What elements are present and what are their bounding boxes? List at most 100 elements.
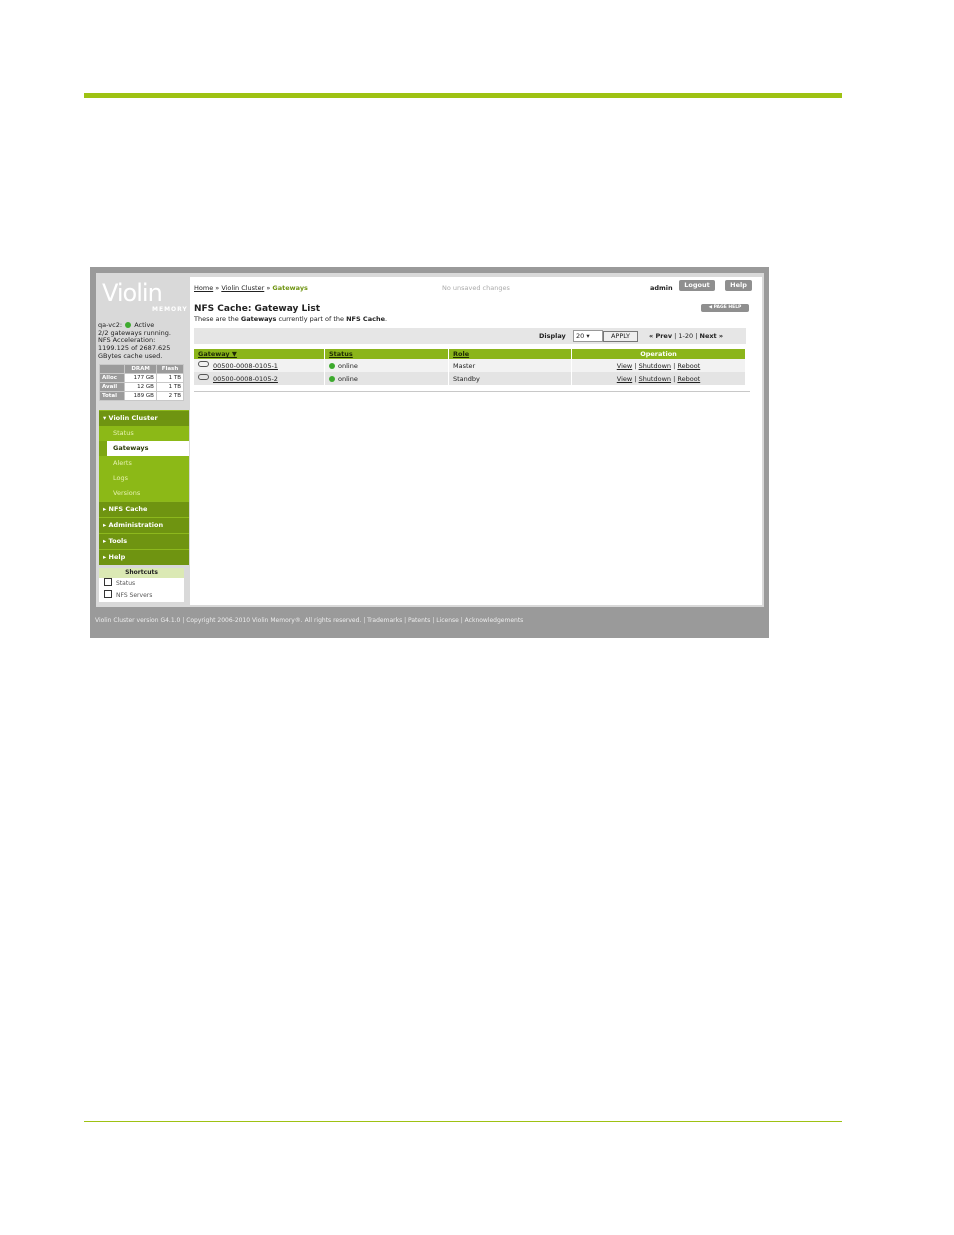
shortcuts-panel: Shortcuts Status NFS Servers [99,568,184,602]
bottom-rule [84,1121,842,1122]
nav-label: NFS Cache [108,505,148,513]
column-label: Gateway ▼ [198,350,237,358]
status-cell: online [324,359,449,372]
desc-text: NFS Cache [346,315,385,323]
column-header-gateway[interactable]: Gateway ▼ [194,349,325,359]
stats-cell: 2 TB [155,391,185,401]
stats-corner [98,364,126,374]
footer: Violin Cluster version G4.1.0 | Copyrigh… [95,617,524,624]
nav-violin-cluster[interactable]: ▾ Violin Cluster [99,410,189,426]
operation-cell: View | Shutdown | Reboot [571,372,746,385]
help-button[interactable]: Help [725,280,752,291]
stats-header: DRAM [124,364,157,374]
gateway-link[interactable]: 00500-0008-0105-2 [213,375,278,383]
nav-label: Administration [108,521,164,529]
shortcut-status[interactable]: Status [99,578,184,590]
gateway-table: Gateway ▼ Status Role Operation 00500-00… [194,349,746,385]
reboot-link[interactable]: Reboot [677,362,700,370]
shortcut-icon [104,590,112,598]
system-name: qa-vc2: [98,321,123,329]
table-divider [194,391,750,392]
view-link[interactable]: View [617,375,632,383]
column-header-operation: Operation [571,349,746,359]
stats-cell: 1 TB [155,373,185,383]
status-text: online [338,374,358,383]
nav-label: Help [108,553,126,561]
gateway-link[interactable]: 00500-0008-0105-1 [213,362,278,370]
online-status-icon [329,362,335,369]
current-user: admin [650,284,673,292]
stats-header: Flash [155,364,185,374]
column-header-status[interactable]: Status [324,349,449,359]
status-dot-icon [125,322,132,328]
shortcuts-title: Shortcuts [99,568,184,578]
page-title: NFS Cache: Gateway List [194,304,321,314]
gateway-icon [198,361,209,367]
nav-item-logs[interactable]: Logs [99,471,189,486]
system-line: GBytes cache used. [98,351,163,360]
logo-subtext: MEMORY [152,306,188,313]
column-header-role[interactable]: Role [448,349,572,359]
screenshot-frame: Violin MEMORY qa-vc2: Active 2/2 gateway… [90,267,769,638]
nav-nfs-cache[interactable]: ▸ NFS Cache [99,501,189,517]
crumb-cluster-link[interactable]: Violin Cluster [221,284,264,292]
nav-label: Violin Cluster [108,414,158,422]
nav-item-versions[interactable]: Versions [99,486,189,501]
crumb-home-link[interactable]: Home [194,284,213,292]
list-toolbar: Display 20 ▾ APPLY « Prev | 1-20 | Next … [194,328,746,344]
stats-row-label: Alloc [98,373,126,383]
page-range: 1-20 [678,332,694,340]
stats-row-label: Total [98,391,126,401]
online-status-icon [329,375,335,382]
status-text: online [338,361,358,370]
logo-text: Violin [102,279,163,307]
operation-cell: View | Shutdown | Reboot [571,359,746,372]
next-link[interactable]: Next » [700,332,724,340]
nav-tools[interactable]: ▸ Tools [99,533,189,549]
page-description: These are the Gateways currently part of… [194,315,387,323]
gateway-cell: 00500-0008-0105-1 [194,359,325,372]
separator: | [634,374,637,383]
prev-link[interactable]: « Prev [649,332,672,340]
shutdown-link[interactable]: Shutdown [639,375,671,383]
nav-item-gateways[interactable]: Gateways [107,441,189,456]
stats-cell: 1 TB [155,382,185,392]
nav-help[interactable]: ▸ Help [99,549,189,565]
memory-stats-table: DRAM Flash Alloc 177 GB 1 TB Avail 12 GB… [98,364,185,401]
display-count-select[interactable]: 20 ▾ [573,330,603,342]
view-link[interactable]: View [617,362,632,370]
nav-item-alerts[interactable]: Alerts [99,456,189,471]
desc-text: Gateways [240,315,277,323]
nav-item-status[interactable]: Status [99,426,189,441]
stats-cell: 177 GB [124,373,157,383]
stats-row-label: Avail [98,382,126,392]
app-window: Violin MEMORY qa-vc2: Active 2/2 gateway… [96,273,764,607]
reboot-link[interactable]: Reboot [677,375,700,383]
violin-logo: Violin MEMORY [100,279,187,317]
nav-administration[interactable]: ▸ Administration [99,517,189,533]
table-row: 00500-0008-0105-1 online Master View | S… [194,359,746,372]
separator: | [634,361,637,370]
shortcut-label: Status [116,580,136,587]
page-help-button[interactable]: ◀ PAGE HELP [701,304,749,312]
breadcrumb: Home » Violin Cluster » Gateways [194,284,308,292]
column-label: Role [453,350,470,358]
top-rule [84,93,842,98]
shortcut-icon [104,578,112,586]
apply-button[interactable]: APPLY [603,331,638,342]
desc-text: These are the [194,315,241,323]
main-panel: Home » Violin Cluster » Gateways No unsa… [190,277,762,605]
stats-cell: 189 GB [124,391,157,401]
system-state: Active [134,321,155,329]
logout-button[interactable]: Logout [679,280,715,291]
shortcut-nfs-servers[interactable]: NFS Servers [99,590,184,602]
gateway-icon [198,374,209,380]
stats-cell: 12 GB [124,382,157,392]
column-label: Status [329,350,353,358]
system-summary: qa-vc2: Active 2/2 gateways running. NFS… [98,321,188,361]
pager: « Prev | 1-20 | Next » [649,332,724,340]
separator: | [673,361,676,370]
shortcut-label: NFS Servers [116,592,153,599]
display-label: Display [539,332,566,340]
shutdown-link[interactable]: Shutdown [639,362,671,370]
